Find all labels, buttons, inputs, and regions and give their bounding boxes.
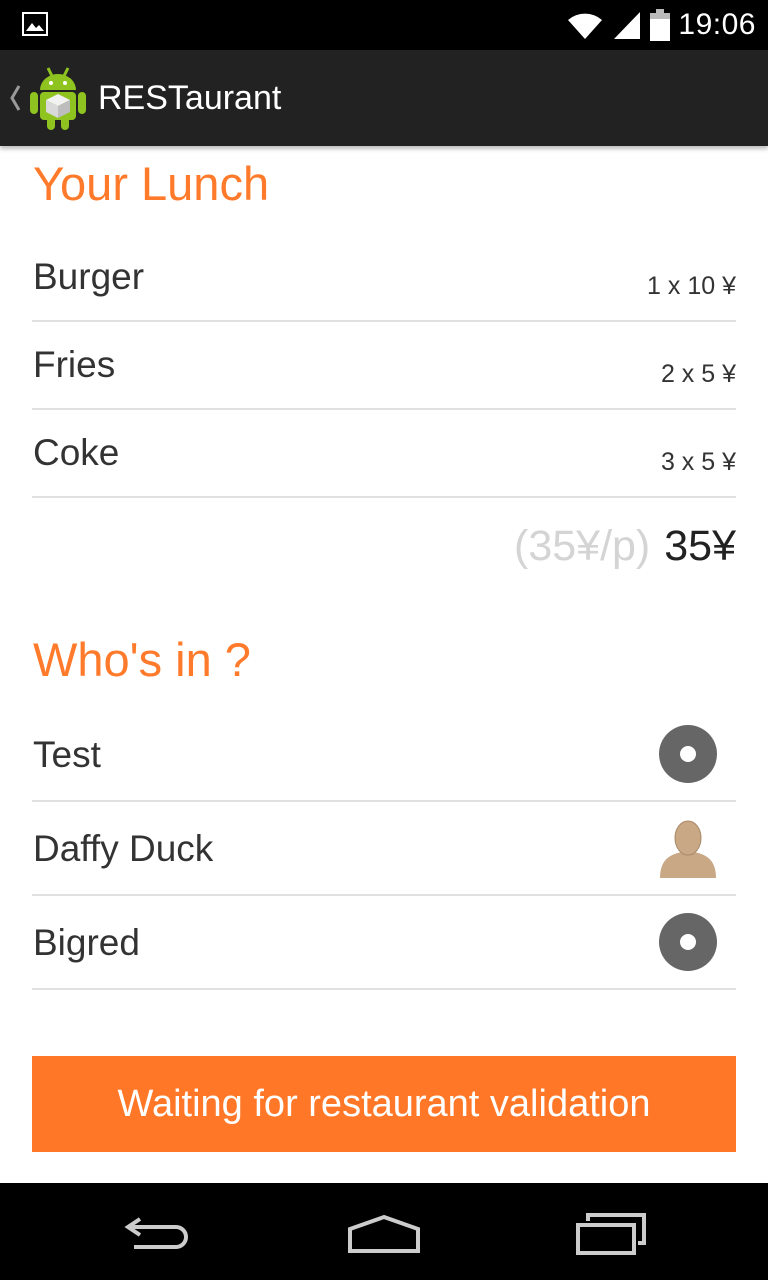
participant-name: Daffy Duck <box>33 828 214 869</box>
action-bar: RESTaurant <box>0 50 768 146</box>
lunch-item-quantity: 2 x 5 ¥ <box>660 360 736 388</box>
lunch-item-quantity: 3 x 5 ¥ <box>660 448 736 476</box>
content: Your Lunch Burger 1 x 10 ¥ Fries 2 x 5 ¥… <box>0 146 768 1183</box>
total-line: (35¥/p) 35¥ <box>514 522 736 571</box>
validation-status-button[interactable]: Waiting for restaurant validation <box>32 1056 736 1152</box>
signal-icon <box>614 12 641 39</box>
lunch-list: Burger 1 x 10 ¥ Fries 2 x 5 ¥ Coke 3 x 5… <box>32 234 736 498</box>
lunch-section-title: Your Lunch <box>33 157 270 210</box>
person-silhouette-icon <box>660 820 716 878</box>
participant-name: Test <box>33 734 101 775</box>
participant-name: Bigred <box>33 922 140 963</box>
picture-notification-icon <box>22 12 48 36</box>
default-avatar-icon <box>659 725 717 783</box>
total-price: 35¥ <box>664 522 736 570</box>
lunch-item[interactable]: Coke 3 x 5 ¥ <box>32 410 736 498</box>
battery-icon <box>650 9 671 41</box>
participant-list: Test Daffy Duck Bigred <box>32 708 736 990</box>
participant-row[interactable]: Daffy Duck <box>32 802 736 896</box>
lunch-item-name: Fries <box>33 344 116 385</box>
recent-apps-icon[interactable] <box>570 1207 650 1257</box>
who-section-title: Who's in ? <box>33 633 251 686</box>
android-app-icon[interactable] <box>28 64 88 132</box>
back-icon[interactable] <box>120 1207 200 1257</box>
clock: 19:06 <box>678 8 756 41</box>
lunch-item[interactable]: Burger 1 x 10 ¥ <box>32 234 736 322</box>
navigation-bar <box>0 1183 768 1280</box>
default-avatar-icon <box>659 913 717 971</box>
status-bar: 19:06 <box>0 0 768 50</box>
home-icon[interactable] <box>344 1207 424 1257</box>
lunch-item-name: Coke <box>33 432 120 473</box>
up-caret-icon[interactable] <box>8 80 22 116</box>
lunch-item-quantity: 1 x 10 ¥ <box>647 272 736 300</box>
status-icons: 19:06 <box>566 0 756 50</box>
app-title: RESTaurant <box>98 79 282 117</box>
participant-row[interactable]: Bigred <box>32 896 736 990</box>
participant-row[interactable]: Test <box>32 708 736 802</box>
screen: 19:06 RESTaurant Your Lunch Burger 1 x 1… <box>0 0 768 1280</box>
lunch-item-name: Burger <box>33 256 145 297</box>
wifi-icon <box>568 13 603 39</box>
lunch-item[interactable]: Fries 2 x 5 ¥ <box>32 322 736 410</box>
price-per-person: (35¥/p) <box>514 522 651 570</box>
